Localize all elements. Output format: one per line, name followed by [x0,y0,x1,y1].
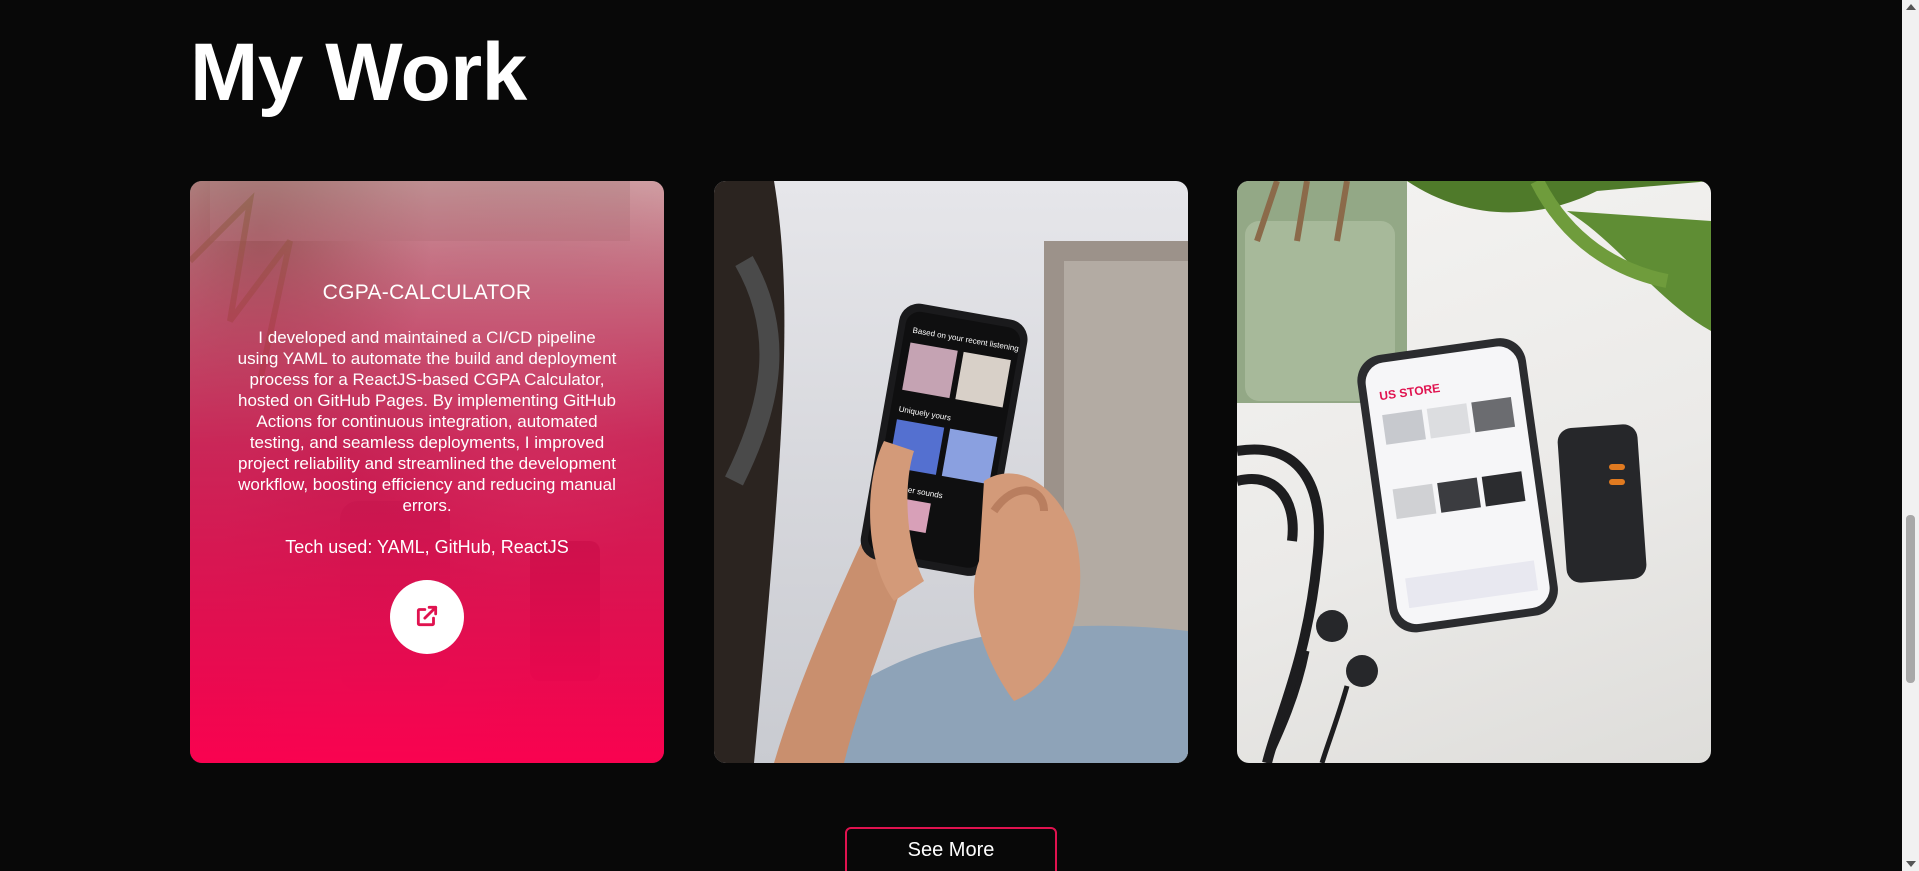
external-link-button[interactable] [390,580,464,654]
project-description: I developed and maintained a CI/CD pipel… [237,328,617,515]
project-card-cgpa[interactable]: CGPA-CALCULATOR I developed and maintain… [190,181,664,763]
project-content: CGPA-CALCULATOR I developed and maintain… [190,181,664,763]
scroll-up-icon[interactable] [1906,4,1916,10]
scrollbar[interactable] [1902,0,1919,871]
see-more-button[interactable]: See More [845,827,1057,871]
project-title: CGPA-CALCULATOR [322,281,532,304]
scroll-thumb[interactable] [1906,515,1915,683]
project-card-music-app[interactable]: Based on your recent listening Uniquely … [714,181,1188,763]
scroll-down-icon[interactable] [1906,861,1916,867]
page: My Work CGPA-CALCULATOR I developed and … [0,0,1919,871]
project-tech: Tech used: YAML, GitHub, ReactJS [285,537,569,557]
phone-desk-illustration: US STORE [1237,181,1711,763]
project-card-store-app[interactable]: US STORE [1237,181,1711,763]
section-title: My Work [190,27,527,118]
hands-phone-illustration: Based on your recent listening Uniquely … [714,181,1188,763]
external-link-icon [414,603,440,632]
